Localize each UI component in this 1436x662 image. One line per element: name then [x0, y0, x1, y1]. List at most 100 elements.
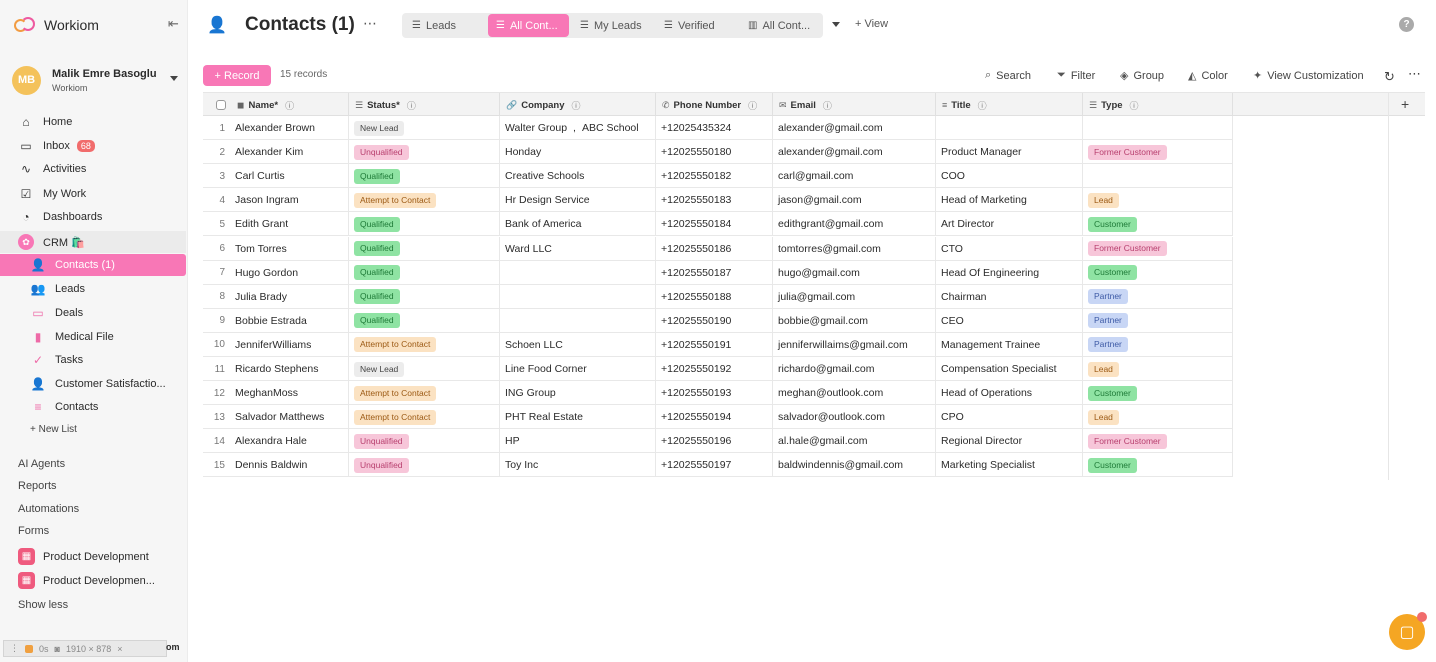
company-cell[interactable]: Toy Inc [500, 453, 656, 478]
sidebar-item-medical-file[interactable]: ▮ Medical File [0, 326, 186, 348]
phone-cell[interactable]: +12025550188 [656, 284, 773, 309]
table-row[interactable]: 6 Tom Torres Qualified Ward LLC +12025550186… [203, 236, 1233, 261]
table-row[interactable]: 7 Hugo Gordon Qualified +12025550187 hugo@gm… [203, 260, 1233, 285]
add-view-button[interactable]: + View [855, 18, 888, 30]
company-cell[interactable] [500, 308, 656, 333]
show-less-button[interactable]: Show less [18, 599, 68, 611]
title-cell[interactable]: COO [936, 164, 1083, 189]
more-options-icon[interactable]: ⋯ [1408, 66, 1421, 82]
name-cell[interactable]: Alexandra Hale [235, 429, 349, 454]
type-cell[interactable]: Customer [1083, 212, 1233, 237]
info-icon[interactable]: ⓘ [823, 99, 832, 112]
email-cell[interactable]: richardo@gmail.com [773, 357, 936, 381]
company-cell[interactable] [500, 260, 656, 285]
status-cell[interactable]: Attempt to Contact [349, 405, 500, 430]
type-cell[interactable] [1083, 164, 1233, 189]
email-cell[interactable]: carl@gmail.com [773, 164, 936, 189]
email-cell[interactable]: al.hale@gmail.com [773, 429, 936, 454]
row-number[interactable]: 1 [203, 116, 231, 140]
company-link[interactable]: HP [505, 435, 520, 447]
row-number[interactable]: 2 [203, 140, 231, 164]
status-cell[interactable]: Qualified [349, 260, 500, 285]
email-cell[interactable]: baldwindennis@gmail.com [773, 453, 936, 478]
sidebar-item-dashboards[interactable]: ◔ Dashboards [0, 206, 186, 228]
row-number[interactable]: 14 [203, 429, 231, 453]
table-row[interactable]: 11 Ricardo Stephens New Lead Line Food Corn… [203, 357, 1233, 381]
company-cell[interactable]: Hr Design Service [500, 188, 656, 213]
help-icon[interactable]: ? [1399, 17, 1414, 32]
column-header-phone[interactable]: ✆ Phone Number ⓘ [656, 93, 773, 117]
title-cell[interactable]: CPO [936, 405, 1083, 430]
name-cell[interactable]: Tom Torres [235, 236, 349, 261]
sidebar-section-forms[interactable]: Forms [18, 525, 49, 537]
title-cell[interactable]: CEO [936, 308, 1083, 333]
table-row[interactable]: 2 Alexander Kim Unqualified Honday +12025550… [203, 140, 1233, 165]
table-row[interactable]: 9 Bobbie Estrada Qualified +12025550190 bobb… [203, 308, 1233, 333]
refresh-icon[interactable]: ↻ [1384, 69, 1395, 85]
type-cell[interactable]: Customer [1083, 453, 1233, 478]
phone-cell[interactable]: +12025550184 [656, 212, 773, 237]
name-cell[interactable]: Dennis Baldwin [235, 453, 349, 478]
chat-widget-button[interactable]: ▢ [1389, 612, 1427, 650]
camera-icon[interactable]: ◙ [55, 644, 60, 654]
email-cell[interactable]: alexander@gmail.com [773, 140, 936, 165]
type-cell[interactable]: Partner [1083, 332, 1233, 357]
company-link[interactable]: PHT Real Estate [505, 411, 583, 423]
type-cell[interactable]: Lead [1083, 357, 1233, 381]
name-cell[interactable]: Ricardo Stephens [235, 357, 349, 381]
row-number[interactable]: 6 [203, 237, 231, 261]
name-cell[interactable]: Alexander Kim [235, 140, 349, 165]
company-cell[interactable]: Line Food Corner [500, 357, 656, 381]
email-cell[interactable]: jason@gmail.com [773, 188, 936, 213]
phone-cell[interactable]: +12025550186 [656, 236, 773, 261]
company-link[interactable]: Walter Group [505, 122, 567, 134]
row-number[interactable]: 11 [203, 357, 231, 381]
column-header-name[interactable]: ◼ Name* ⓘ [231, 93, 349, 117]
phone-cell[interactable]: +12025550193 [656, 381, 773, 406]
phone-cell[interactable]: +12025550190 [656, 308, 773, 333]
row-number[interactable]: 9 [203, 309, 231, 333]
title-cell[interactable]: CTO [936, 236, 1083, 261]
filter-button[interactable]: ⏷ Filter [1057, 69, 1095, 82]
status-cell[interactable]: Qualified [349, 164, 500, 189]
view-customization-button[interactable]: ✦ View Customization [1253, 69, 1364, 83]
table-row[interactable]: 1 Alexander Brown New Lead Walter Group, ABC… [203, 116, 1233, 140]
table-row[interactable]: 10 JenniferWilliams Attempt to Contact Scho… [203, 332, 1233, 357]
phone-cell[interactable]: +12025550180 [656, 140, 773, 165]
search-button[interactable]: ⌕ Search [985, 69, 1031, 82]
status-cell[interactable]: Unqualified [349, 453, 500, 478]
status-cell[interactable]: Qualified [349, 308, 500, 333]
email-cell[interactable]: edithgrant@gmail.com [773, 212, 936, 237]
company-link[interactable]: Bank of America [505, 218, 581, 230]
checkbox[interactable] [216, 100, 226, 110]
row-number[interactable]: 10 [203, 333, 231, 357]
name-cell[interactable]: Hugo Gordon [235, 260, 349, 285]
info-icon[interactable]: ⓘ [1130, 99, 1139, 112]
sidebar-item-home[interactable]: ⌂ Home [0, 111, 186, 133]
email-cell[interactable]: salvador@outlook.com [773, 405, 936, 430]
name-cell[interactable]: MeghanMoss [235, 381, 349, 406]
title-cell[interactable]: Compensation Specialist [936, 357, 1083, 381]
column-header-email[interactable]: ✉ Email ⓘ [773, 93, 936, 117]
sidebar-item-contacts[interactable]: ≡ Contacts [0, 396, 186, 418]
sidebar-item-my-work[interactable]: ☑ My Work [0, 183, 186, 205]
type-cell[interactable]: Customer [1083, 260, 1233, 285]
company-link[interactable]: Creative Schools [505, 170, 584, 182]
user-menu[interactable]: MB Malik Emre Basoglu Workiom [12, 64, 184, 96]
tab-all-contacts[interactable]: ☰ All Cont... [488, 14, 569, 37]
row-number[interactable]: 8 [203, 285, 231, 309]
company-link[interactable]: Line Food Corner [505, 363, 587, 375]
sidebar-item-customer-satisfaction[interactable]: 👤 Customer Satisfactio... [0, 373, 186, 395]
name-cell[interactable]: Alexander Brown [235, 116, 349, 140]
company-link[interactable]: Schoen LLC [505, 339, 563, 351]
new-list-button[interactable]: + New List [30, 424, 77, 435]
more-options-icon[interactable]: ⋯ [363, 15, 377, 32]
sidebar-section-ai-agents[interactable]: AI Agents [18, 458, 65, 470]
sidebar-section-automations[interactable]: Automations [18, 503, 79, 515]
table-row[interactable]: 8 Julia Brady Qualified +12025550188 julia@g… [203, 284, 1233, 309]
name-cell[interactable]: Julia Brady [235, 284, 349, 309]
info-icon[interactable]: ⓘ [285, 99, 294, 112]
name-cell[interactable]: Bobbie Estrada [235, 308, 349, 333]
drag-handle-icon[interactable]: ⋮ [10, 643, 19, 654]
title-cell[interactable]: Marketing Specialist [936, 453, 1083, 478]
